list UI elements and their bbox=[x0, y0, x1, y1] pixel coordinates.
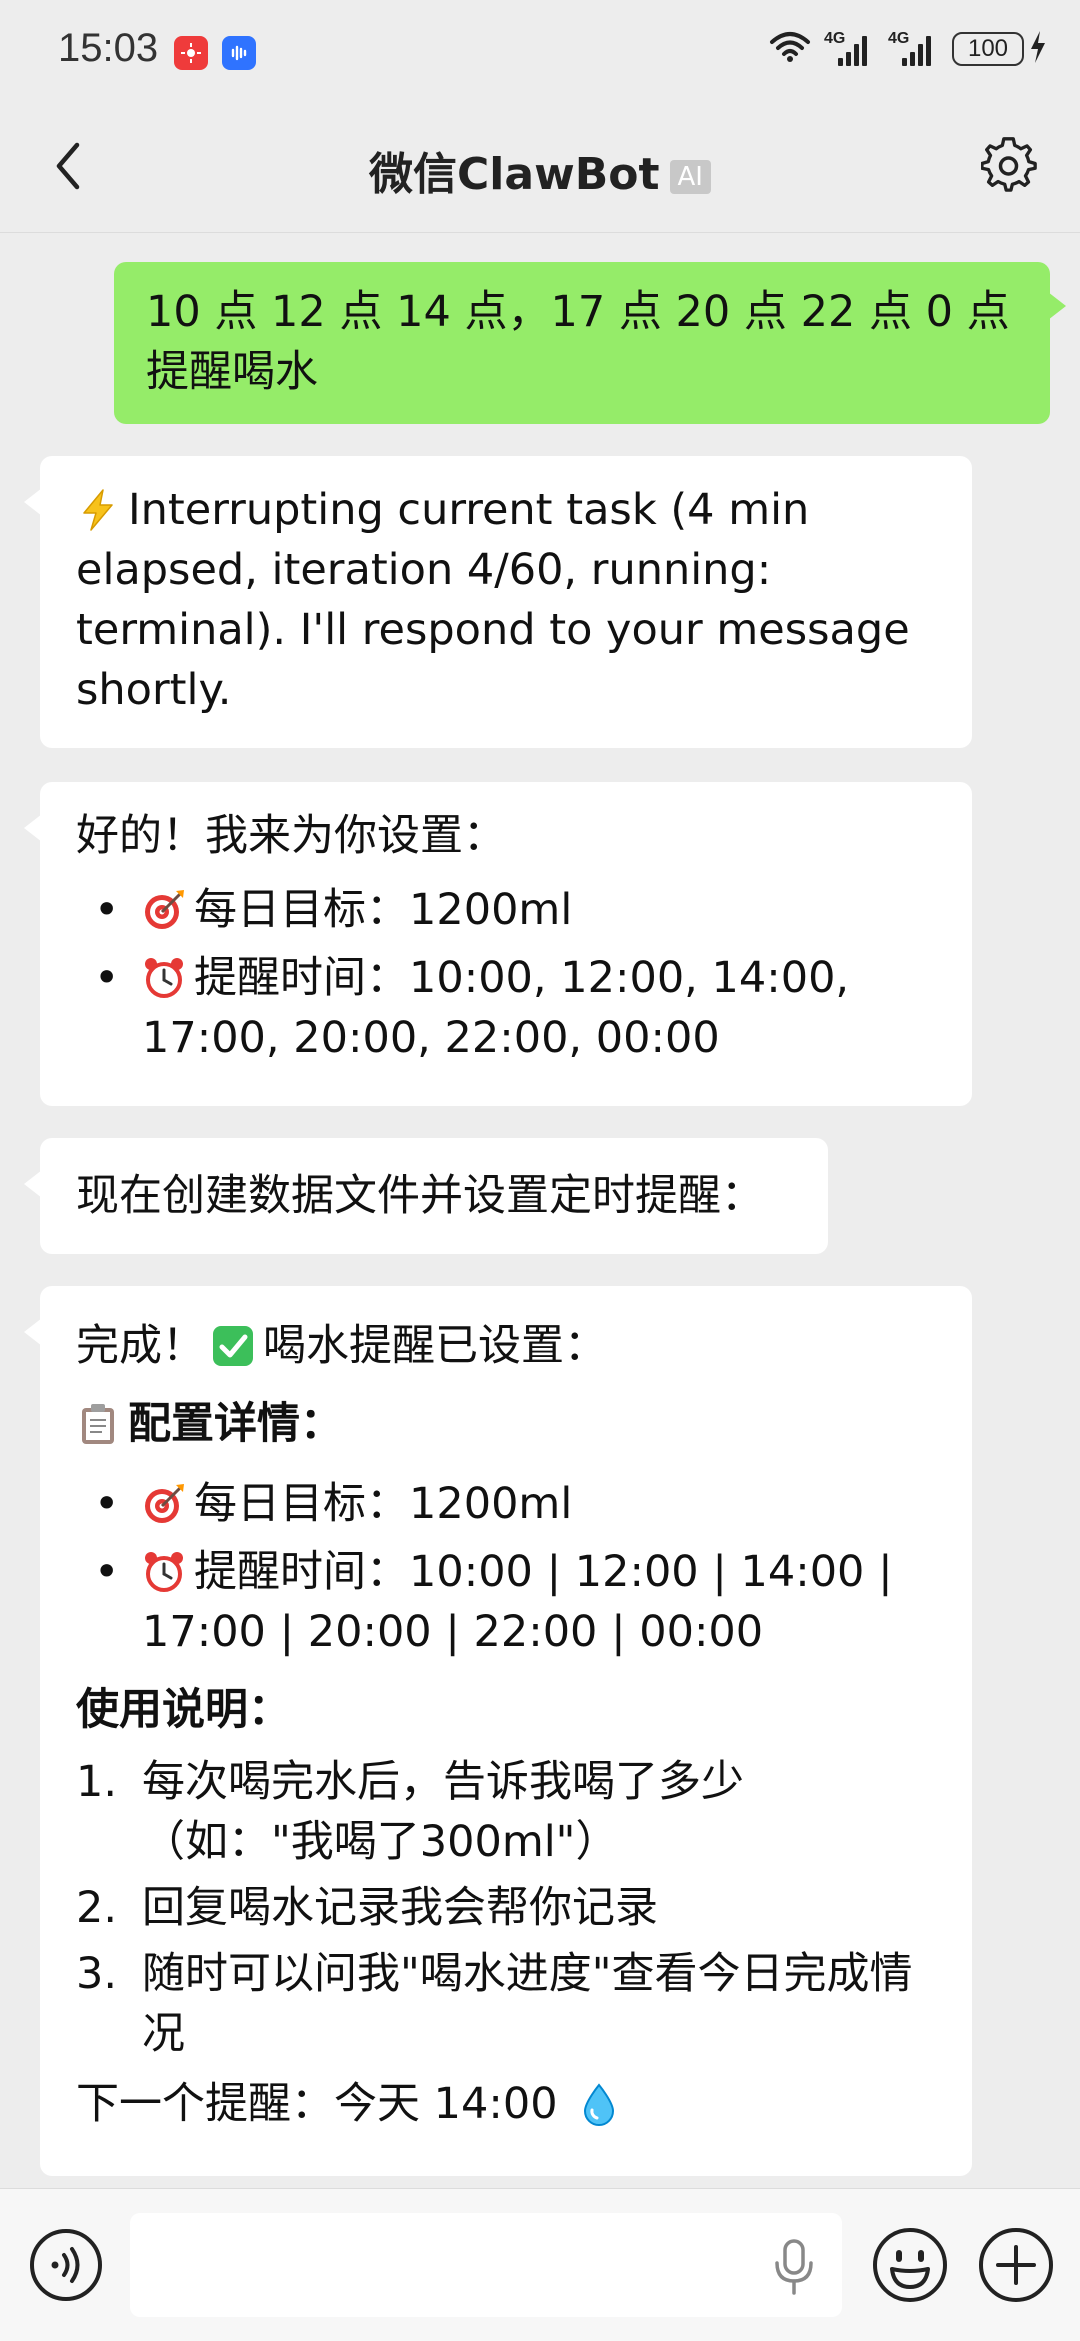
list-item: • 每日目标：1200ml bbox=[94, 1479, 573, 1529]
settings-button[interactable] bbox=[980, 136, 1040, 196]
emoji-button[interactable] bbox=[870, 2225, 950, 2305]
voice-mode-button[interactable] bbox=[28, 2227, 104, 2303]
gear-icon bbox=[981, 137, 1037, 192]
battery-indicator: 100 bbox=[952, 31, 1046, 67]
message-input[interactable] bbox=[130, 2213, 842, 2317]
clipboard-icon bbox=[82, 1404, 114, 1444]
status-time: 15:03 bbox=[58, 26, 159, 70]
message-text: 现在创建数据文件并设置定时提醒： bbox=[76, 1171, 764, 1221]
chat-title: 微信ClawBot AI bbox=[0, 138, 1080, 202]
lightning-icon bbox=[83, 489, 113, 531]
list-item: 2. 回复喝水记录我会帮你记录 bbox=[76, 1883, 658, 1933]
cell-signal-icon: 4G bbox=[824, 30, 876, 66]
message-line: elapsed, iteration 4/60, running: bbox=[76, 545, 772, 595]
message-line: shortly. bbox=[76, 665, 232, 715]
list-item: • 每日目标：1200ml bbox=[94, 885, 573, 935]
microphone-icon bbox=[775, 2239, 813, 2295]
list-item: • 提醒时间：10:00 | 12:00 | 14:00 | 17:00 | 2… bbox=[94, 1547, 893, 1657]
list-item: • 提醒时间：10:00, 12:00, 14:00, 17:00, 20:00… bbox=[94, 953, 850, 1063]
wifi-icon bbox=[768, 30, 812, 68]
bot-message-bubble[interactable]: 好的！我来为你设置： • 每日目标：1200ml • 提醒时间：10:00, 1… bbox=[24, 782, 972, 1106]
status-bar: 15:03 4G 4G 100 bbox=[0, 0, 1080, 100]
contact-name: 微信ClawBot bbox=[369, 149, 660, 200]
next-reminder: 下一个提醒：今天 14:00 bbox=[76, 2074, 936, 2134]
message-line: Interrupting current task (4 min bbox=[76, 480, 936, 540]
target-icon bbox=[145, 890, 184, 929]
message-line: 完成！ 喝水提醒已设置： bbox=[76, 1321, 607, 1371]
battery-level: 100 bbox=[952, 32, 1024, 66]
message-intro: 好的！我来为你设置： bbox=[76, 811, 506, 861]
message-text: 10 点 12 点 14 点，17 点 20 点 22 点 0 点提醒喝水 bbox=[146, 287, 1010, 397]
list-item: 3. 随时可以问我"喝水进度"查看今日完成情 况 bbox=[76, 1949, 913, 2059]
notification-audio-icon bbox=[222, 36, 256, 70]
bot-message-bubble[interactable]: 完成！ 喝水提醒已设置： 配置详情： • 每日目标：1200ml • 提醒时间：… bbox=[24, 1286, 972, 2176]
config-heading: 配置详情： bbox=[76, 1394, 936, 1454]
input-bar bbox=[0, 2188, 1080, 2341]
usage-heading: 使用说明： bbox=[76, 1685, 291, 1735]
microphone-button[interactable] bbox=[770, 2239, 818, 2295]
charging-icon bbox=[1030, 31, 1046, 67]
more-button[interactable] bbox=[976, 2225, 1056, 2305]
message-line: terminal). I'll respond to your message bbox=[76, 605, 910, 655]
alarm-clock-icon bbox=[145, 1552, 183, 1592]
bot-message-bubble[interactable]: Interrupting current task (4 min elapsed… bbox=[24, 456, 972, 748]
notification-app-icon bbox=[174, 36, 208, 70]
alarm-clock-icon bbox=[145, 958, 183, 998]
target-icon bbox=[145, 1484, 184, 1523]
bot-message-bubble[interactable]: 现在创建数据文件并设置定时提醒： bbox=[24, 1138, 828, 1254]
user-message-bubble[interactable]: 10 点 12 点 14 点，17 点 20 点 22 点 0 点提醒喝水 bbox=[114, 262, 1066, 424]
water-drop-icon bbox=[584, 2083, 615, 2126]
plus-icon bbox=[979, 2228, 1053, 2302]
list-item: 1. 每次喝完水后，告诉我喝了多少 （如："我喝了300ml"） bbox=[76, 1757, 744, 1867]
cell-signal-icon: 4G bbox=[888, 30, 940, 66]
voice-icon bbox=[30, 2229, 102, 2301]
check-mark-icon bbox=[213, 1326, 253, 1366]
chat-header: 微信ClawBot AI bbox=[0, 100, 1080, 233]
smiley-icon bbox=[873, 2228, 947, 2302]
ai-badge: AI bbox=[669, 160, 711, 194]
